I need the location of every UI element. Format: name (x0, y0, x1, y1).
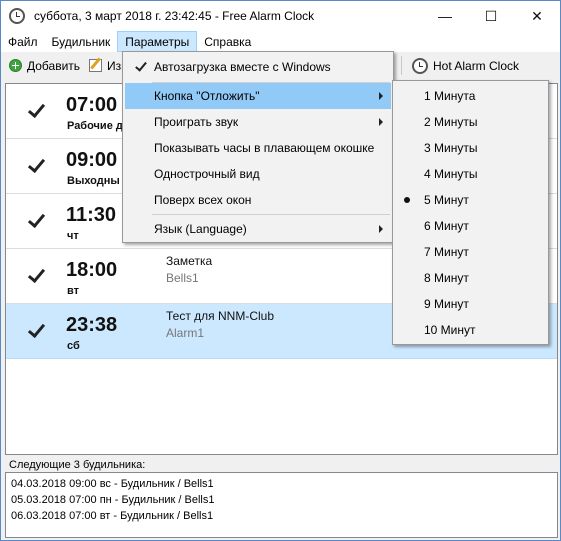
menu-separator (152, 214, 390, 215)
add-button[interactable]: Добавить (9, 55, 80, 76)
alarm-clock-icon (9, 8, 25, 24)
alarm-title: Тест для NNM-Club (166, 309, 274, 323)
next-alarms-list: 04.03.2018 09:00 вс - Будильник / Bells1… (5, 472, 558, 538)
check-icon (133, 59, 149, 75)
next-alarm-item: 05.03.2018 07:00 пн - Будильник / Bells1 (11, 494, 215, 506)
alarm-time: 23:38 (66, 314, 118, 336)
window-controls: — ☐ ✕ (422, 1, 560, 31)
plus-icon (9, 59, 22, 72)
parameters-menu: Автозагрузка вместе с Windows Кнопка "От… (122, 51, 394, 243)
alarm-clock-icon (412, 57, 428, 74)
alarm-time: 09:00 (66, 149, 118, 171)
snooze-option-label: 9 Минут (424, 297, 469, 311)
menu-item-label: Поверх всех окон (154, 193, 252, 207)
alarm-title: Заметка (166, 254, 213, 268)
menu-file[interactable]: Файл (1, 31, 45, 52)
menu-item-play-sound[interactable]: Проиграть звук (125, 109, 391, 135)
snooze-option-label: 1 Минута (424, 89, 476, 103)
submenu-arrow-icon (379, 92, 383, 100)
snooze-option[interactable]: 4 Минуты (395, 161, 546, 187)
menu-help[interactable]: Справка (197, 31, 258, 52)
alarm-days: Выходны (67, 175, 120, 187)
submenu-arrow-icon (379, 118, 383, 126)
hot-alarm-clock-label: Hot Alarm Clock (433, 58, 520, 73)
menu-alarm[interactable]: Будильник (45, 31, 118, 52)
menu-parameters[interactable]: Параметры (117, 31, 198, 52)
snooze-option-selected[interactable]: 5 Минут (395, 187, 546, 213)
alarm-sound: Alarm1 (166, 326, 205, 340)
alarm-enabled-checkbox[interactable] (26, 210, 46, 230)
alarm-enabled-checkbox[interactable] (26, 100, 46, 120)
next-alarm-item: 06.03.2018 07:00 вт - Будильник / Bells1 (11, 510, 214, 522)
menu-item-label: Показывать часы в плавающем окошке (154, 141, 375, 155)
alarm-days: чт (67, 230, 79, 242)
snooze-option[interactable]: 2 Минуты (395, 109, 546, 135)
hot-alarm-clock-button[interactable]: Hot Alarm Clock (412, 55, 519, 76)
snooze-option-label: 10 Минут (424, 323, 476, 337)
alarm-days: вт (67, 285, 80, 297)
alarm-days: Рабочие д (67, 120, 123, 132)
menu-item-floating-clock[interactable]: Показывать часы в плавающем окошке (125, 135, 391, 161)
menu-item-single-line-view[interactable]: Однострочный вид (125, 161, 391, 187)
menu-item-language[interactable]: Язык (Language) (125, 216, 391, 242)
menu-item-autostart[interactable]: Автозагрузка вместе с Windows (125, 54, 391, 80)
next-alarm-item: 04.03.2018 09:00 вс - Будильник / Bells1 (11, 478, 214, 490)
snooze-option[interactable]: 6 Минут (395, 213, 546, 239)
submenu-arrow-icon (379, 225, 383, 233)
snooze-option-label: 2 Минуты (424, 115, 478, 129)
snooze-option[interactable]: 1 Минута (395, 83, 546, 109)
snooze-option[interactable]: 9 Минут (395, 291, 546, 317)
menu-bar: Файл Будильник Параметры Справка (1, 31, 560, 52)
alarm-enabled-checkbox[interactable] (26, 320, 46, 340)
maximize-button[interactable]: ☐ (468, 1, 514, 31)
menu-item-label: Однострочный вид (154, 167, 260, 181)
snooze-option-label: 7 Минут (424, 245, 469, 259)
edit-icon (89, 59, 102, 72)
minimize-button[interactable]: — (422, 1, 468, 31)
alarm-time: 07:00 (66, 94, 118, 116)
radio-bullet-icon (404, 197, 410, 203)
snooze-option[interactable]: 7 Минут (395, 239, 546, 265)
title-bar: суббота, 3 март 2018 г. 23:42:45 - Free … (1, 1, 560, 31)
alarm-time: 11:30 (66, 204, 117, 226)
snooze-option-label: 8 Минут (424, 271, 469, 285)
alarm-enabled-checkbox[interactable] (26, 155, 46, 175)
snooze-option[interactable]: 8 Минут (395, 265, 546, 291)
snooze-option[interactable]: 10 Минут (395, 317, 546, 343)
alarm-enabled-checkbox[interactable] (26, 265, 46, 285)
alarm-time: 18:00 (66, 259, 118, 281)
add-button-label: Добавить (27, 58, 81, 73)
menu-item-label: Язык (Language) (154, 222, 247, 236)
menu-item-label: Автозагрузка вместе с Windows (154, 60, 331, 74)
menu-item-label: Кнопка "Отложить" (154, 89, 260, 103)
next-alarms-label: Следующие 3 будильника: (9, 459, 146, 471)
snooze-option[interactable]: 3 Минуты (395, 135, 546, 161)
window-title: суббота, 3 март 2018 г. 23:42:45 - Free … (34, 9, 315, 23)
alarm-days: сб (67, 340, 80, 352)
close-button[interactable]: ✕ (514, 1, 560, 31)
snooze-option-label: 6 Минут (424, 219, 469, 233)
menu-item-always-on-top[interactable]: Поверх всех окон (125, 187, 391, 213)
toolbar-divider (401, 56, 402, 75)
snooze-option-label: 3 Минуты (424, 141, 478, 155)
snooze-option-label: 5 Минут (424, 193, 469, 207)
menu-item-snooze[interactable]: Кнопка "Отложить" (125, 83, 391, 109)
menu-item-label: Проиграть звук (154, 115, 239, 129)
snooze-submenu: 1 Минута 2 Минуты 3 Минуты 4 Минуты 5 Ми… (392, 80, 549, 345)
snooze-option-label: 4 Минуты (424, 167, 478, 181)
alarm-sound: Bells1 (166, 271, 199, 285)
